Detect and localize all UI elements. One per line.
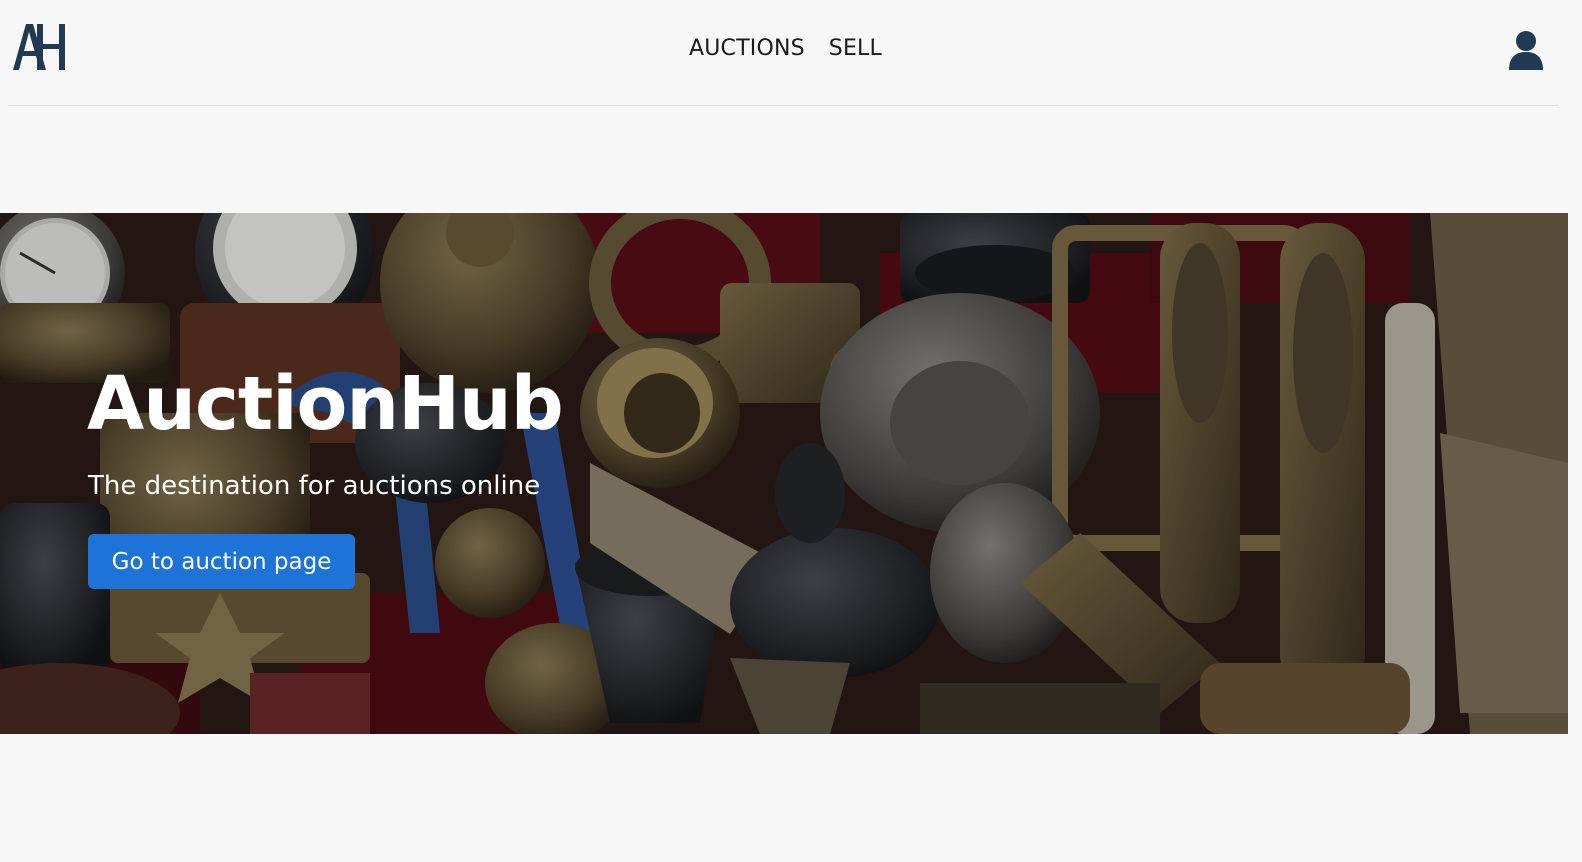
page: AUCTIONS SELL AuctionHub The destination… [0,0,1582,862]
main-nav: AUCTIONS SELL [689,36,882,61]
user-icon [1509,31,1543,70]
nav-sell-link[interactable]: SELL [829,36,882,61]
site-logo[interactable] [11,20,69,74]
hero-title: AuctionHub [87,361,564,447]
hero-section: AuctionHub The destination for auctions … [0,213,1568,734]
go-to-auction-page-button[interactable]: Go to auction page [88,534,355,589]
hero-subtitle: The destination for auctions online [88,471,541,501]
navbar: AUCTIONS SELL [8,0,1558,106]
user-account-button[interactable] [1507,30,1545,72]
nav-auctions-link[interactable]: AUCTIONS [689,36,805,61]
